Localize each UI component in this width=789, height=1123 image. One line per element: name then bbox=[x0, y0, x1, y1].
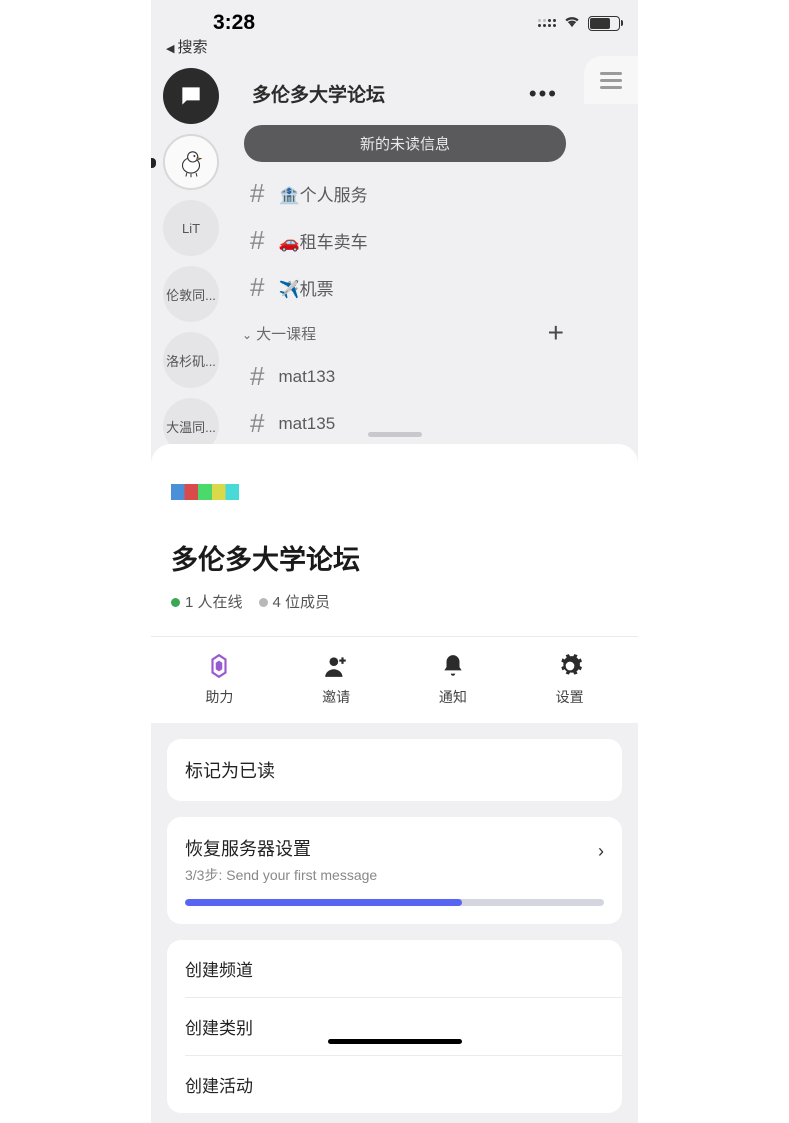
sheet-drag-handle[interactable] bbox=[368, 432, 422, 437]
chevron-right-icon: › bbox=[598, 841, 604, 862]
member-dot-icon bbox=[259, 598, 268, 607]
sidebar-server-la[interactable]: 洛杉矶... bbox=[163, 332, 219, 388]
restore-progress bbox=[185, 899, 604, 906]
channel-label: 🏦个人服务 bbox=[278, 181, 367, 206]
channel-item[interactable]: # 🚗租车卖车 bbox=[232, 217, 578, 264]
notify-label: 通知 bbox=[439, 687, 467, 707]
invite-button[interactable]: 邀请 bbox=[278, 653, 395, 707]
boost-button[interactable]: 助力 bbox=[161, 653, 278, 707]
mark-read-button[interactable]: 标记为已读 bbox=[167, 739, 622, 801]
notify-button[interactable]: 通知 bbox=[395, 653, 512, 707]
sidebar-dm-button[interactable] bbox=[163, 68, 219, 124]
boost-label: 助力 bbox=[205, 687, 233, 707]
channel-label: ✈️机票 bbox=[278, 275, 333, 300]
member-count: 4 位成员 bbox=[273, 594, 331, 611]
sidebar-server-london[interactable]: 伦敦同... bbox=[163, 266, 219, 322]
category-header[interactable]: ⌄ 大一课程 + bbox=[232, 311, 578, 353]
status-indicators bbox=[538, 13, 620, 33]
create-list: 创建频道 创建类别 创建活动 bbox=[167, 940, 622, 1113]
sidebar-server-lit[interactable]: LiT bbox=[163, 200, 219, 256]
channel-label: mat135 bbox=[278, 414, 335, 434]
channel-item[interactable]: # 🏦个人服务 bbox=[232, 170, 578, 217]
channel-label: mat133 bbox=[278, 367, 335, 387]
mark-read-label: 标记为已读 bbox=[185, 757, 604, 783]
wifi-icon bbox=[562, 13, 582, 33]
hash-icon: # bbox=[250, 361, 264, 392]
hash-icon: # bbox=[250, 408, 264, 439]
hash-icon: # bbox=[250, 225, 264, 256]
restore-server-card[interactable]: 恢复服务器设置 3/3步: Send your first message › bbox=[167, 817, 622, 924]
channel-item[interactable]: # mat135 bbox=[232, 400, 578, 447]
unread-banner[interactable]: 新的未读信息 bbox=[244, 125, 566, 162]
create-channel-button[interactable]: 创建频道 bbox=[167, 940, 622, 997]
server-logo bbox=[171, 484, 239, 500]
sheet-title: 多伦多大学论坛 bbox=[171, 538, 638, 577]
home-indicator[interactable] bbox=[328, 1039, 462, 1044]
restore-title: 恢复服务器设置 bbox=[185, 835, 604, 861]
progress-fill bbox=[185, 899, 462, 906]
add-channel-icon[interactable]: + bbox=[548, 319, 564, 347]
server-settings-sheet: 多伦多大学论坛 1 人在线 4 位成员 助力 邀请 通知 设置 标记为已读 恢复… bbox=[151, 444, 638, 1052]
online-count: 1 人在线 bbox=[185, 594, 243, 611]
category-label: 大一课程 bbox=[256, 326, 316, 343]
sidebar-server-current[interactable] bbox=[163, 134, 219, 190]
sheet-body: 标记为已读 恢复服务器设置 3/3步: Send your first mess… bbox=[151, 723, 638, 1123]
server-stats: 1 人在线 4 位成员 bbox=[171, 591, 638, 612]
channel-item[interactable]: # ✈️机票 bbox=[232, 264, 578, 311]
restore-subtitle: 3/3步: Send your first message bbox=[185, 865, 604, 885]
invite-label: 邀请 bbox=[322, 687, 350, 707]
status-time: 3:28 bbox=[213, 11, 255, 35]
create-activity-button[interactable]: 创建活动 bbox=[167, 1056, 622, 1113]
right-panel-handle[interactable] bbox=[584, 56, 638, 104]
create-category-button[interactable]: 创建类别 bbox=[167, 998, 622, 1055]
action-row: 助力 邀请 通知 设置 bbox=[151, 636, 638, 723]
hash-icon: # bbox=[250, 178, 264, 209]
back-to-search[interactable]: 搜索 bbox=[166, 36, 208, 57]
hash-icon: # bbox=[250, 272, 264, 303]
settings-button[interactable]: 设置 bbox=[511, 653, 628, 707]
hamburger-icon bbox=[600, 72, 622, 89]
channel-item[interactable]: # mat133 bbox=[232, 353, 578, 400]
channel-label: 🚗租车卖车 bbox=[278, 228, 367, 253]
server-more-icon[interactable]: ••• bbox=[529, 81, 558, 107]
battery-icon bbox=[588, 16, 620, 31]
cellular-icon bbox=[538, 19, 556, 27]
chevron-down-icon: ⌄ bbox=[242, 328, 252, 342]
settings-label: 设置 bbox=[556, 687, 584, 707]
online-dot-icon bbox=[171, 598, 180, 607]
status-bar: 3:28 bbox=[151, 8, 638, 38]
server-title[interactable]: 多伦多大学论坛 bbox=[252, 80, 385, 107]
